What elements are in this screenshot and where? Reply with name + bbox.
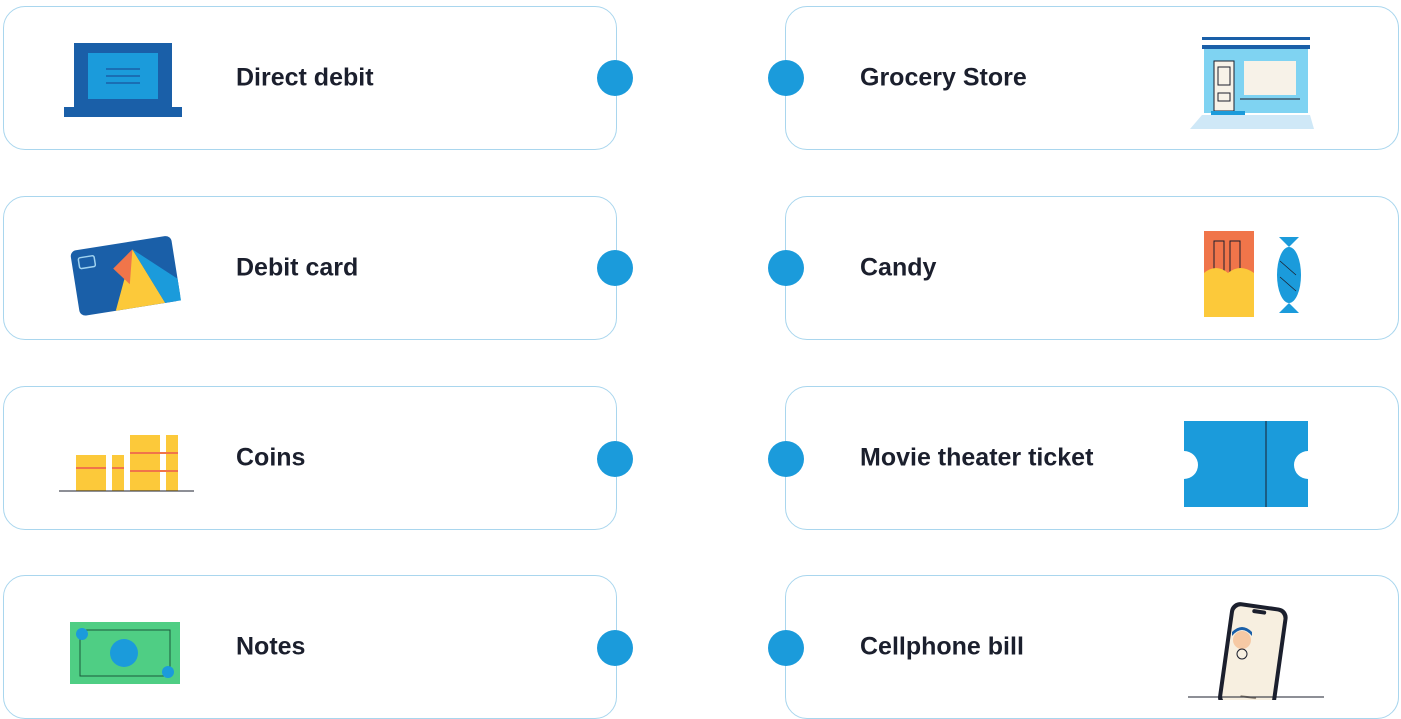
option-label: Notes: [236, 632, 306, 661]
coins-icon: [59, 435, 194, 492]
right-card-movie-ticket[interactable]: Movie theater ticket: [785, 386, 1399, 530]
connector-dot-right-2[interactable]: [768, 250, 804, 286]
right-card-grocery-store[interactable]: Grocery Store: [785, 6, 1399, 150]
option-label: Grocery Store: [860, 63, 1027, 92]
phone-icon: [1188, 602, 1324, 700]
left-card-debit-card[interactable]: Debit card: [3, 196, 617, 340]
left-card-direct-debit[interactable]: Direct debit: [3, 6, 617, 150]
connector-dot-right-3[interactable]: [768, 441, 804, 477]
laptop-icon: [64, 43, 182, 117]
connector-dot-left-2[interactable]: [597, 250, 633, 286]
connector-dot-left-3[interactable]: [597, 441, 633, 477]
banknote-icon: [70, 622, 180, 684]
left-card-notes[interactable]: Notes: [3, 575, 617, 719]
right-card-cellphone-bill[interactable]: Cellphone bill: [785, 575, 1399, 719]
option-label: Coins: [236, 443, 306, 472]
option-label: Cellphone bill: [860, 632, 1024, 661]
right-card-candy[interactable]: Candy: [785, 196, 1399, 340]
ticket-icon: [1184, 421, 1308, 507]
left-card-coins[interactable]: Coins: [3, 386, 617, 530]
option-label: Direct debit: [236, 63, 374, 92]
debit-card-icon: [70, 236, 181, 316]
connector-dot-left-1[interactable]: [597, 60, 633, 96]
option-label: Movie theater ticket: [860, 443, 1094, 472]
connector-dot-right-4[interactable]: [768, 630, 804, 666]
connector-dot-right-1[interactable]: [768, 60, 804, 96]
option-label: Debit card: [236, 253, 359, 282]
connector-dot-left-4[interactable]: [597, 630, 633, 666]
option-label: Candy: [860, 253, 937, 282]
store-icon: [1190, 37, 1314, 129]
candy-icon: [1204, 231, 1301, 317]
